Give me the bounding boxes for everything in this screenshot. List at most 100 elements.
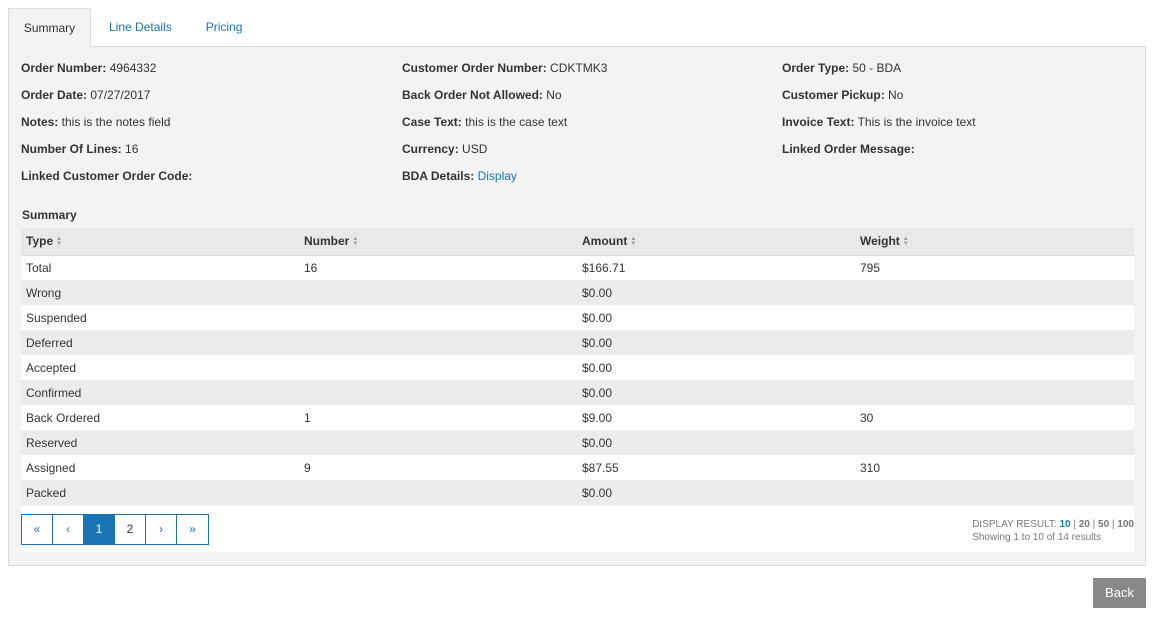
table-cell: Packed <box>21 480 299 505</box>
info-field-label: Linked Order Message: <box>782 142 915 156</box>
info-row: Linked Customer Order Code: BDA Details: … <box>21 169 1135 196</box>
column-header-number[interactable]: Number ▲▼ <box>299 228 577 256</box>
page-size-10[interactable]: 10 <box>1059 519 1070 530</box>
table-cell: Reserved <box>21 430 299 455</box>
info-field: Invoice Text: This is the invoice text <box>782 115 976 129</box>
info-row: Order Date: 07/27/2017 Back Order Not All… <box>21 88 1135 115</box>
page-button-2[interactable]: 2 <box>115 515 146 544</box>
column-header-weight[interactable]: Weight ▲▼ <box>855 228 1134 256</box>
info-field: Customer Order Number: CDKTMK3 <box>402 61 607 75</box>
table-header-row: Type ▲▼ Number ▲▼ Amount ▲▼ Weight ▲▼ <box>21 228 1134 256</box>
info-field-value: CDKTMK3 <box>546 61 608 75</box>
info-field-label: Customer Pickup: <box>782 88 885 102</box>
info-field-value: 07/27/2017 <box>87 88 151 102</box>
table-cell: $9.00 <box>577 405 855 430</box>
column-header-amount[interactable]: Amount ▲▼ <box>577 228 855 256</box>
table-cell <box>299 355 577 380</box>
prev-page-button[interactable]: ‹ <box>53 515 84 544</box>
table-row: Wrong $0.00 <box>21 280 1134 305</box>
table-cell: $0.00 <box>577 355 855 380</box>
info-row: Notes: this is the notes field Case Text:… <box>21 115 1135 142</box>
table-cell <box>855 305 1134 330</box>
info-field-label: Currency: <box>402 142 459 156</box>
info-field-label: BDA Details: <box>402 169 475 183</box>
table-cell: $87.55 <box>577 455 855 480</box>
info-field-label: Linked Customer Order Code: <box>21 169 193 183</box>
table-row: Accepted $0.00 <box>21 355 1134 380</box>
info-field: Currency: USD <box>402 142 487 156</box>
first-page-button[interactable]: « <box>22 515 53 544</box>
table-cell <box>855 330 1134 355</box>
table-cell: 30 <box>855 405 1134 430</box>
info-field-label: Number Of Lines: <box>21 142 122 156</box>
table-cell: Back Ordered <box>21 405 299 430</box>
table-row: Deferred $0.00 <box>21 330 1134 355</box>
table-cell: Accepted <box>21 355 299 380</box>
sort-icon[interactable]: ▲▼ <box>56 236 63 247</box>
bda-details-display-link[interactable]: Display <box>478 169 517 183</box>
table-row: Packed $0.00 <box>21 480 1134 505</box>
table-cell: 9 <box>299 455 577 480</box>
summary-heading: Summary <box>22 208 77 222</box>
info-field: Order Date: 07/27/2017 <box>21 88 150 102</box>
table-row: Suspended $0.00 <box>21 305 1134 330</box>
table-cell: $0.00 <box>577 280 855 305</box>
back-button[interactable]: Back <box>1093 578 1146 608</box>
info-row: Number Of Lines: 16 Currency: USD Linked O… <box>21 142 1135 169</box>
info-field: Back Order Not Allowed: No <box>402 88 562 102</box>
page-size-20[interactable]: 20 <box>1079 519 1090 530</box>
separator: | <box>1089 519 1099 530</box>
info-field: Linked Order Message: <box>782 142 915 156</box>
table-cell: $0.00 <box>577 430 855 455</box>
info-field-value: 50 - BDA <box>849 61 902 75</box>
order-info: Order Number: 4964332 Customer Order Numb… <box>21 61 1135 196</box>
table-cell <box>299 330 577 355</box>
table-row: Confirmed $0.00 <box>21 380 1134 405</box>
table-cell <box>299 380 577 405</box>
info-field: Linked Customer Order Code: <box>21 169 192 183</box>
table-row: Assigned 9 $87.55 310 <box>21 455 1134 480</box>
table-cell: $0.00 <box>577 480 855 505</box>
column-header-label: Weight <box>860 234 900 249</box>
table-cell: Assigned <box>21 455 299 480</box>
info-field-value: This is the invoice text <box>854 115 976 129</box>
page-button-1[interactable]: 1 <box>84 515 115 544</box>
info-field-label: Order Date: <box>21 88 88 102</box>
sort-icon[interactable]: ▲▼ <box>352 236 359 247</box>
table-cell: 310 <box>855 455 1134 480</box>
table-footer: «‹ 1 2 ›» DISPLAY RESULT: 10 | 20 | 50 | 10… <box>21 506 1134 552</box>
sort-icon[interactable]: ▲▼ <box>903 236 910 247</box>
info-field: Order Type: 50 - BDA <box>782 61 901 75</box>
tab-summary[interactable]: Summary <box>8 8 91 47</box>
summary-panel: Order Number: 4964332 Customer Order Numb… <box>8 46 1146 566</box>
summary-table-wrap: Type ▲▼ Number ▲▼ Amount ▲▼ Weight ▲▼ Total 16 $1… <box>21 228 1134 505</box>
table-cell <box>855 355 1134 380</box>
info-row: Order Number: 4964332 Customer Order Numb… <box>21 61 1135 88</box>
info-field: Customer Pickup: No <box>782 88 903 102</box>
last-page-button[interactable]: » <box>177 515 208 544</box>
display-result: DISPLAY RESULT: 10 | 20 | 50 | 100 Showi… <box>972 518 1134 544</box>
column-header-type[interactable]: Type ▲▼ <box>21 228 299 256</box>
next-page-button[interactable]: › <box>146 515 177 544</box>
sort-icon[interactable]: ▲▼ <box>630 236 637 247</box>
info-field-label: Customer Order Number: <box>402 61 547 75</box>
table-cell <box>299 280 577 305</box>
table-cell: $0.00 <box>577 380 855 405</box>
info-field-value: this is the case text <box>461 115 568 129</box>
table-cell: 795 <box>855 255 1134 280</box>
table-cell: $0.00 <box>577 305 855 330</box>
table-cell: $166.71 <box>577 255 855 280</box>
table-cell: Wrong <box>21 280 299 305</box>
table-cell <box>855 380 1134 405</box>
column-header-label: Number <box>304 234 350 249</box>
table-cell: $0.00 <box>577 330 855 355</box>
info-field-value: 4964332 <box>106 61 157 75</box>
page-size-100[interactable]: 100 <box>1117 519 1134 530</box>
tab-pricing[interactable]: Pricing <box>189 8 261 47</box>
table-row: Reserved $0.00 <box>21 430 1134 455</box>
page-size-50[interactable]: 50 <box>1098 519 1109 530</box>
tab-line-details[interactable]: Line Details <box>91 8 189 47</box>
info-field-value: 16 <box>121 142 139 156</box>
table-cell <box>299 430 577 455</box>
info-field: Case Text: this is the case text <box>402 115 567 129</box>
